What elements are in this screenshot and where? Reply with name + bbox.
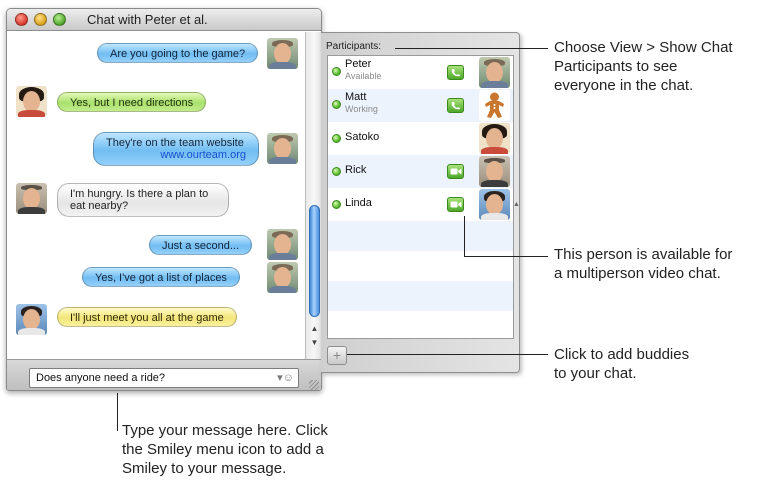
message-bubble: Are you going to the game?: [97, 43, 259, 63]
participants-list: Peter Available Matt Working Satoko Rick…: [327, 55, 514, 339]
callout-type: Type your message here. Click the Smiley…: [122, 421, 328, 478]
scroll-up-arrow-icon[interactable]: ▲: [306, 322, 321, 335]
callout-line-text: a multiperson video chat.: [554, 265, 721, 282]
resize-handle[interactable]: [309, 380, 319, 390]
message-bubble: I'm hungry. Is there a plan to eat nearb…: [57, 183, 229, 217]
empty-row: [328, 281, 513, 311]
audio-chat-icon[interactable]: [447, 98, 464, 113]
linda-avatar: [16, 304, 47, 335]
transcript-scrollbar[interactable]: ▲ ▼: [305, 32, 321, 359]
message-input[interactable]: Does anyone need a ride? ▾☺: [29, 368, 299, 388]
callout-line-video-vertical: [464, 216, 465, 257]
status-available-icon: [332, 134, 341, 143]
participant-status: Available: [345, 71, 382, 81]
message-bubble: They're on the team website www.ourteam.…: [93, 132, 259, 166]
callout-video: This person is available for a multipers…: [554, 245, 732, 283]
peter-avatar: [267, 38, 298, 69]
callout-line-text: Choose View > Show Chat: [554, 39, 733, 56]
message-text: They're on the team website: [106, 137, 244, 149]
participant-row-linda[interactable]: Linda: [328, 188, 513, 221]
callout-add: Click to add buddies to your chat.: [554, 345, 689, 383]
audio-chat-icon[interactable]: [447, 65, 464, 80]
participant-row-matt[interactable]: Matt Working: [328, 89, 513, 122]
add-buddy-button[interactable]: +: [327, 346, 347, 365]
drawer-handle-icon[interactable]: ▲: [513, 201, 520, 208]
message-entry-bar: Does anyone need a ride? ▾☺: [7, 359, 321, 390]
callout-line-video: [464, 256, 548, 257]
smiley-menu-icon[interactable]: ▾☺: [277, 371, 294, 385]
message-bubble: Yes, I've got a list of places: [82, 267, 240, 287]
callout-line-text: everyone in the chat.: [554, 77, 694, 94]
scroll-down-arrow-icon[interactable]: ▼: [306, 336, 321, 349]
participants-drawer: Participants: Peter Available Matt Worki…: [321, 32, 520, 373]
window-title: Chat with Peter et al.: [87, 12, 208, 27]
callout-line-text: the Smiley menu icon to add a: [122, 441, 324, 458]
message-text: I'm hungry. Is there a plan to eat nearb…: [70, 188, 209, 212]
callout-line-add: [347, 354, 548, 355]
callout-line-type: [117, 393, 118, 431]
callout-line-text: Participants to see: [554, 58, 678, 75]
empty-row: [328, 221, 513, 251]
message-bubble: I'll just meet you all at the game: [57, 307, 237, 327]
message-link[interactable]: www.ourteam.org: [106, 149, 246, 161]
satoko-avatar: [479, 123, 510, 154]
message-text: I'll just meet you all at the game: [70, 312, 224, 324]
scroll-thumb[interactable]: [309, 205, 320, 317]
participant-status: Working: [345, 104, 378, 114]
linda-avatar: [479, 189, 510, 220]
participant-name: Satoko: [345, 131, 380, 143]
status-available-icon: [332, 167, 341, 176]
callout-line-text: Click to add buddies: [554, 346, 690, 363]
participant-name: Rick: [345, 164, 367, 176]
video-chat-icon[interactable]: [447, 197, 464, 212]
status-available-icon: [332, 100, 341, 109]
message-bubble: Yes, but I need directions: [57, 92, 207, 112]
message-bubble: Just a second...: [149, 235, 253, 255]
callout-line-participants: [395, 48, 548, 49]
message-input-value: Does anyone need a ride?: [36, 372, 166, 384]
participant-row-satoko[interactable]: Satoko: [328, 122, 513, 155]
callout-line-text: This person is available for: [554, 246, 733, 263]
callout-line-text: Smiley to your message.: [122, 460, 287, 477]
minimize-button[interactable]: [34, 13, 47, 26]
status-available-icon: [332, 200, 341, 209]
participant-name: Matt: [345, 91, 367, 103]
message-text: Yes, I've got a list of places: [95, 272, 227, 284]
empty-row: [328, 311, 513, 338]
participant-name: Peter: [345, 58, 372, 70]
message-text: Yes, but I need directions: [70, 97, 194, 109]
participants-header: Participants:: [326, 41, 382, 52]
peter-avatar: [267, 133, 298, 164]
callout-participants: Choose View > Show Chat Participants to …: [554, 38, 733, 95]
title-bar[interactable]: Chat with Peter et al.: [7, 9, 321, 31]
rick-avatar: [16, 183, 47, 214]
zoom-button[interactable]: [53, 13, 66, 26]
video-chat-icon[interactable]: [447, 164, 464, 179]
peter-avatar: [267, 229, 298, 260]
chat-window: Chat with Peter et al. Are you going to …: [6, 8, 322, 391]
participant-name: Linda: [345, 197, 372, 209]
peter-avatar: [267, 262, 298, 293]
rick-avatar: [479, 156, 510, 187]
participant-row-peter[interactable]: Peter Available: [328, 56, 513, 89]
chat-transcript: Are you going to the game? Yes, but I ne…: [7, 32, 305, 359]
satoko-avatar: [16, 86, 47, 117]
close-button[interactable]: [15, 13, 28, 26]
callout-line-text: Type your message here. Click: [122, 422, 328, 439]
status-available-icon: [332, 67, 341, 76]
message-text: Just a second...: [162, 240, 240, 252]
participant-row-rick[interactable]: Rick: [328, 155, 513, 188]
gingerbread-avatar: [479, 90, 510, 121]
message-text: Are you going to the game?: [110, 48, 246, 60]
peter-avatar: [479, 57, 510, 88]
callout-line-text: to your chat.: [554, 365, 637, 382]
